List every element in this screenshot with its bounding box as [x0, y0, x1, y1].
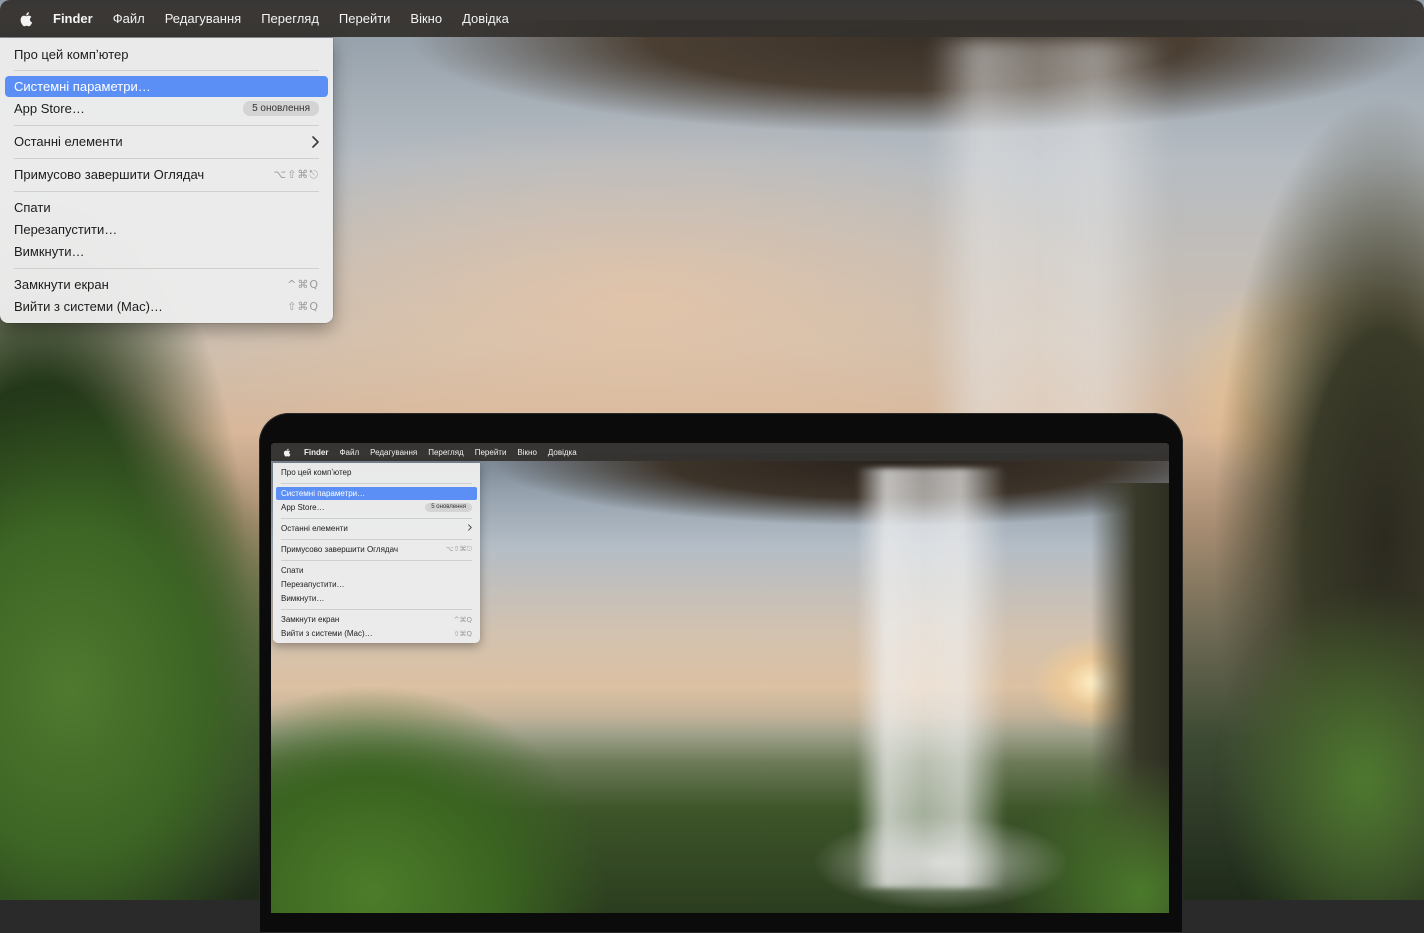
force-quit-shortcut: ⌥⇧⌘⎋: [273, 167, 319, 181]
mini-menubar-help: Довідка: [547, 447, 577, 457]
menu-item-recent-items[interactable]: Останні елементи: [5, 131, 328, 152]
menubar-edit[interactable]: Редагування: [165, 11, 242, 26]
mini-menu-system-settings-label: Системні параметри…: [281, 489, 366, 498]
log-out-shortcut: ⇧⌘Q: [287, 300, 319, 313]
mini-menubar-app-name: Finder: [304, 447, 329, 457]
menu-item-log-out-label: Вийти з системи (Mac)…: [14, 299, 163, 314]
mini-menubar-go: Перейти: [474, 447, 507, 457]
menu-item-lock-screen[interactable]: Замкнути екран ^⌘Q: [5, 274, 328, 295]
mini-menu-separator: [281, 609, 472, 610]
menubar-go[interactable]: Перейти: [339, 11, 391, 26]
wallpaper-hill-right: [1184, 560, 1424, 900]
menu-item-recent-items-label: Останні елементи: [14, 134, 123, 149]
menu-bar: Finder Файл Редагування Перегляд Перейти…: [0, 0, 1424, 37]
mini-menu-about: Про цей компʼютер: [276, 466, 477, 479]
mini-menubar: Finder Файл Редагування Перегляд Перейти…: [271, 443, 1169, 461]
mini-menu-shut-down: Вимкнути…: [276, 592, 477, 605]
menubar-window[interactable]: Вікно: [410, 11, 442, 26]
menu-item-about[interactable]: Про цей компʼютер: [5, 44, 328, 65]
menu-separator: [14, 158, 319, 159]
mini-menubar-view: Перегляд: [428, 447, 464, 457]
mini-menu-recent-items: Останні елементи: [276, 522, 477, 535]
mini-menu-separator: [281, 518, 472, 519]
chevron-right-icon: [311, 135, 319, 148]
mini-apple-menu: Про цей компʼютер Системні параметри… Ap…: [273, 463, 480, 643]
macbook-screen: Finder Файл Редагування Перегляд Перейти…: [271, 443, 1169, 913]
menu-item-shut-down[interactable]: Вимкнути…: [5, 241, 328, 262]
lock-screen-shortcut: ^⌘Q: [287, 278, 319, 291]
app-store-updates-badge: 5 оновлення: [243, 101, 319, 116]
menu-item-log-out[interactable]: Вийти з системи (Mac)… ⇧⌘Q: [5, 296, 328, 317]
menu-item-system-settings-label: Системні параметри…: [14, 79, 151, 94]
menu-item-app-store-label: App Store…: [14, 101, 85, 116]
mini-apple-logo-icon: [283, 448, 292, 457]
mini-menu-app-store-label: App Store…: [281, 503, 325, 512]
mini-menu-force-quit-label: Примусово завершити Оглядач: [281, 545, 399, 554]
menu-item-sleep-label: Спати: [14, 200, 51, 215]
menubar-app-name[interactable]: Finder: [53, 11, 93, 26]
mini-menu-lock-screen: Замкнути екран ^⌘Q: [276, 613, 477, 626]
menu-separator: [14, 125, 319, 126]
menu-item-lock-screen-label: Замкнути екран: [14, 277, 109, 292]
apple-logo-icon[interactable]: [18, 10, 36, 28]
menu-item-restart-label: Перезапустити…: [14, 222, 118, 237]
mini-menu-sleep-label: Спати: [281, 566, 304, 575]
mini-menu-recent-items-label: Останні елементи: [281, 524, 348, 533]
wallpaper-waterfall: [930, 40, 1170, 440]
mini-menu-restart: Перезапустити…: [276, 578, 477, 591]
apple-menu: Про цей компʼютер Системні параметри… Ap…: [0, 38, 333, 323]
mini-menu-separator: [281, 560, 472, 561]
mini-menubar-file: Файл: [339, 447, 360, 457]
mini-menu-log-out: Вийти з системи (Mac)… ⇧⌘Q: [276, 627, 477, 640]
menu-item-force-quit[interactable]: Примусово завершити Оглядач ⌥⇧⌘⎋: [5, 164, 328, 185]
menu-separator: [14, 191, 319, 192]
mini-menu-lock-screen-label: Замкнути екран: [281, 615, 340, 624]
mini-menu-force-quit: Примусово завершити Оглядач ⌥⇧⌘⎋: [276, 543, 477, 556]
mini-menu-force-quit-shortcut: ⌥⇧⌘⎋: [445, 545, 472, 553]
menu-item-sleep[interactable]: Спати: [5, 197, 328, 218]
mini-menu-log-out-shortcut: ⇧⌘Q: [453, 629, 472, 638]
mini-menubar-window: Вікно: [517, 447, 537, 457]
menu-item-app-store[interactable]: App Store… 5 оновлення: [5, 98, 328, 119]
mini-menu-separator: [281, 483, 472, 484]
menu-item-system-settings[interactable]: Системні параметри…: [5, 76, 328, 97]
mini-menu-shut-down-label: Вимкнути…: [281, 594, 325, 603]
screen-mist: [791, 803, 1091, 913]
mini-menu-system-settings: Системні параметри…: [276, 487, 477, 500]
menu-item-restart[interactable]: Перезапустити…: [5, 219, 328, 240]
mini-menu-app-store: App Store… 5 оновлення: [276, 501, 477, 514]
screen-cave-ceiling: [471, 453, 1169, 543]
mini-menubar-edit: Редагування: [370, 447, 418, 457]
menu-separator: [14, 268, 319, 269]
mini-menu-about-label: Про цей компʼютер: [281, 468, 352, 477]
mini-menu-log-out-label: Вийти з системи (Mac)…: [281, 629, 373, 638]
screen-hill-left: [271, 633, 651, 913]
menubar-file[interactable]: Файл: [113, 11, 145, 26]
menubar-help[interactable]: Довідка: [462, 11, 509, 26]
mini-menu-lock-screen-shortcut: ^⌘Q: [453, 615, 472, 624]
menu-item-shut-down-label: Вимкнути…: [14, 244, 85, 259]
menu-separator: [14, 70, 319, 71]
menu-item-about-label: Про цей компʼютер: [14, 47, 129, 62]
mini-chevron-right-icon: [467, 524, 472, 533]
menubar-view[interactable]: Перегляд: [261, 11, 319, 26]
mini-menu-restart-label: Перезапустити…: [281, 580, 345, 589]
mini-menu-app-store-badge: 5 оновлення: [425, 503, 472, 512]
mini-menu-sleep: Спати: [276, 564, 477, 577]
mini-menu-separator: [281, 539, 472, 540]
menu-item-force-quit-label: Примусово завершити Оглядач: [14, 167, 205, 182]
